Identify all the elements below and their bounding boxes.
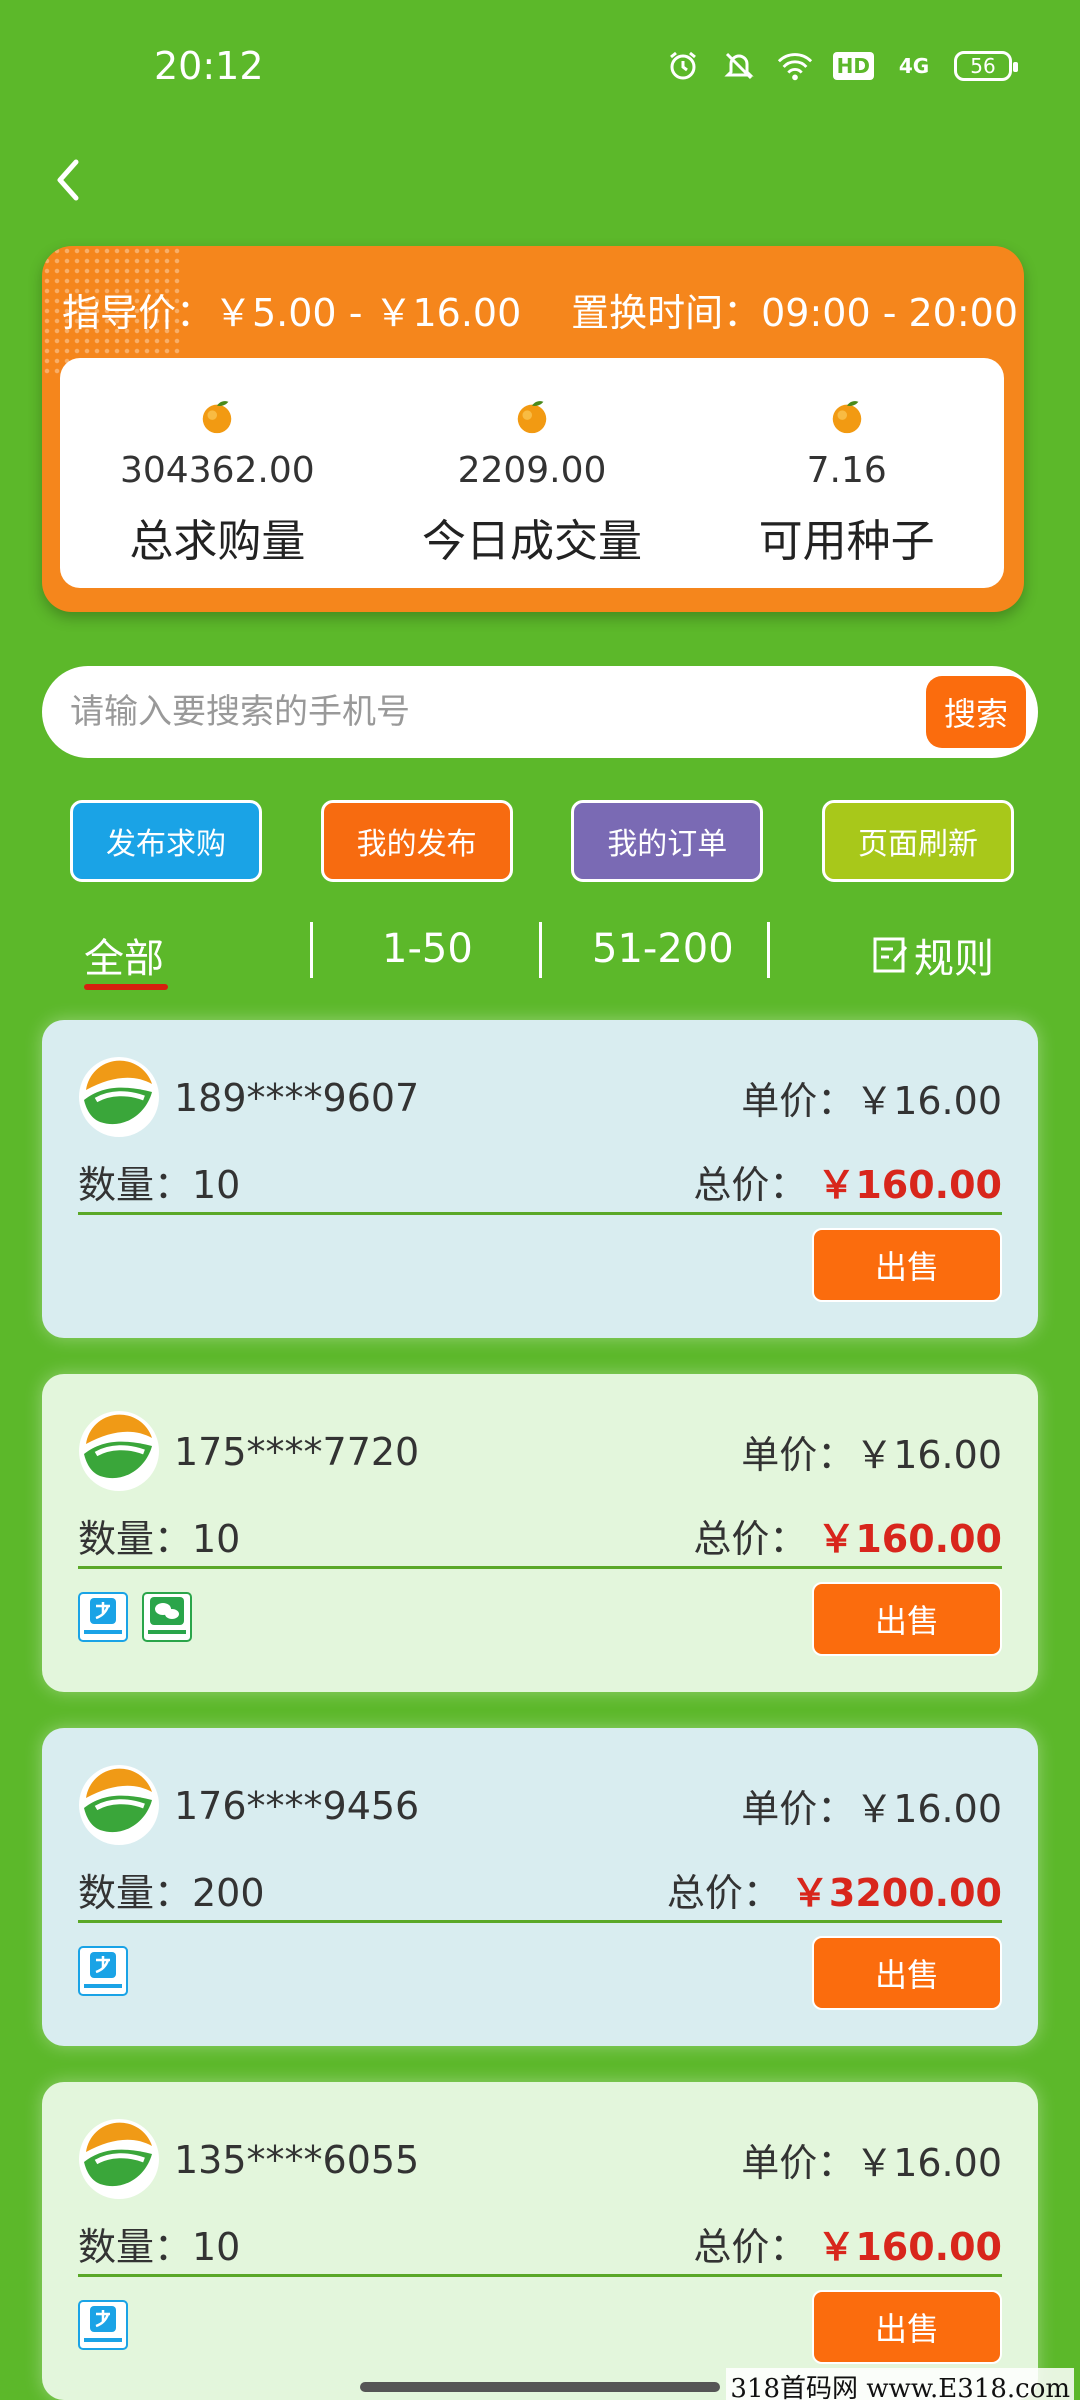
refresh-button[interactable]: 页面刷新	[821, 800, 1014, 882]
alipay-icon	[78, 1946, 128, 1996]
alarm-icon	[665, 48, 701, 84]
total-label: 总价：	[666, 1871, 781, 1915]
avatar	[79, 1057, 159, 1137]
avatar	[79, 1765, 159, 1845]
mute-bell-icon	[721, 48, 757, 84]
orange-fruit-icon	[517, 401, 547, 434]
search-bar: 搜索	[42, 666, 1038, 758]
network-label: 4G	[898, 54, 930, 78]
swap-time: 置换时间：09:00 - 20:00	[571, 291, 1018, 335]
orange-fruit-icon	[832, 401, 861, 434]
stat-value: 304362.00	[119, 450, 315, 491]
quantity: 数量：10	[78, 2225, 241, 2269]
tab-rules-label: 规则	[914, 936, 994, 982]
search-input[interactable]	[70, 692, 890, 732]
alipay-icon	[78, 2300, 128, 2350]
stat-today-volume: 2209.00 今日成交量	[375, 358, 690, 588]
avatar	[79, 2119, 159, 2199]
seller-phone: 175****7720	[174, 1430, 420, 1474]
total-amount: ￥160.00	[817, 2225, 1002, 2269]
tab-1-50[interactable]: 1-50	[382, 926, 473, 972]
seller-phone: 135****6055	[174, 2138, 420, 2182]
my-posts-button[interactable]: 我的发布	[320, 800, 513, 882]
stat-available-seeds: 7.16 可用种子	[689, 358, 1004, 588]
battery-icon: 56	[954, 51, 1018, 81]
hd-icon: HD	[832, 52, 874, 80]
divider	[78, 1212, 1002, 1215]
seller-phone: 176****9456	[174, 1784, 420, 1828]
total-price: 总价： ￥160.00	[693, 2216, 1002, 2271]
signal-icon: 4G	[894, 48, 934, 84]
listing-card: 175****7720 单价：￥16.00 数量：10 总价： ￥160.00 出…	[42, 1374, 1038, 1692]
guide-price: 指导价：￥5.00 - ￥16.00	[62, 291, 522, 335]
listing-card: 135****6055 单价：￥16.00 数量：10 总价： ￥160.00 出…	[42, 2082, 1038, 2400]
sell-button[interactable]: 出售	[812, 2290, 1002, 2364]
wechat-pay-icon	[142, 1592, 192, 1642]
stat-label: 可用种子	[758, 516, 935, 567]
stat-value: 7.16	[806, 450, 887, 491]
chevron-left-icon	[57, 159, 79, 201]
unit-price: 单价：￥16.00	[741, 2141, 1002, 2185]
total-price: 总价： ￥160.00	[693, 1508, 1002, 1563]
listing-card: 189****9607 单价：￥16.00 数量：10 总价： ￥160.00 出…	[42, 1020, 1038, 1338]
action-buttons: 发布求购 我的发布 我的订单 页面刷新	[70, 800, 1014, 882]
listing-card: 176****9456 单价：￥16.00 数量：200 总价： ￥3200.00…	[42, 1728, 1038, 2046]
unit-price: 单价：￥16.00	[741, 1433, 1002, 1477]
quantity: 数量：10	[78, 1163, 241, 1207]
stat-label: 总求购量	[129, 516, 306, 567]
home-indicator[interactable]	[360, 2382, 720, 2392]
active-tab-underline	[84, 984, 168, 990]
stat-total-demand: 304362.00 总求购量	[60, 358, 375, 588]
market-info-card: 指导价：￥5.00 - ￥16.00 置换时间：09:00 - 20:00 30…	[42, 246, 1024, 612]
sell-button[interactable]: 出售	[812, 1936, 1002, 2010]
tab-divider	[767, 922, 770, 978]
alipay-icon	[78, 1592, 128, 1642]
search-button[interactable]: 搜索	[926, 676, 1026, 748]
total-label: 总价：	[693, 1517, 808, 1561]
unit-price: 单价：￥16.00	[741, 1079, 1002, 1123]
total-label: 总价：	[693, 1163, 808, 1207]
seller-phone: 189****9607	[174, 1076, 420, 1120]
divider	[78, 1920, 1002, 1923]
stat-label: 今日成交量	[422, 516, 642, 567]
tab-divider	[539, 922, 542, 978]
watermark: 318首码网 www.E318.com	[726, 2368, 1074, 2400]
payment-methods	[78, 1946, 128, 1996]
total-amount: ￥160.00	[817, 1163, 1002, 1207]
status-bar: 20:12 HD 4G 56	[0, 0, 1080, 130]
payment-methods	[78, 1592, 192, 1642]
unit-price: 单价：￥16.00	[741, 1787, 1002, 1831]
quantity: 数量：10	[78, 1517, 241, 1561]
wifi-icon	[777, 48, 813, 84]
divider	[78, 2274, 1002, 2277]
status-icons: HD 4G 56	[665, 48, 1018, 84]
stat-value: 2209.00	[457, 450, 607, 491]
total-amount: ￥160.00	[817, 1517, 1002, 1561]
total-price: 总价： ￥3200.00	[667, 1862, 1002, 1917]
quantity: 数量：200	[78, 1871, 265, 1915]
tab-divider	[310, 922, 313, 978]
tab-all[interactable]: 全部	[84, 926, 164, 984]
publish-request-button[interactable]: 发布求购	[70, 800, 262, 882]
total-amount: ￥3200.00	[790, 1871, 1002, 1915]
back-button[interactable]	[40, 150, 100, 210]
my-orders-button[interactable]: 我的订单	[571, 800, 764, 882]
sell-button[interactable]: 出售	[812, 1582, 1002, 1656]
edit-note-icon	[873, 937, 908, 973]
total-price: 总价： ￥160.00	[693, 1154, 1002, 1209]
orange-fruit-icon	[203, 401, 232, 434]
tab-51-200[interactable]: 51-200	[592, 926, 734, 972]
avatar	[79, 1411, 159, 1491]
filter-tabs: 全部 1-50 51-200 规则	[0, 912, 1080, 1002]
total-label: 总价：	[693, 2225, 808, 2269]
sell-button[interactable]: 出售	[812, 1228, 1002, 1302]
divider	[78, 1566, 1002, 1569]
status-time: 20:12	[154, 44, 264, 88]
tab-rules[interactable]: 规则	[872, 926, 994, 984]
payment-methods	[78, 2300, 128, 2350]
stats-box: 304362.00 总求购量 2209.00 今日成交量 7.16 可用种子	[60, 358, 1004, 588]
